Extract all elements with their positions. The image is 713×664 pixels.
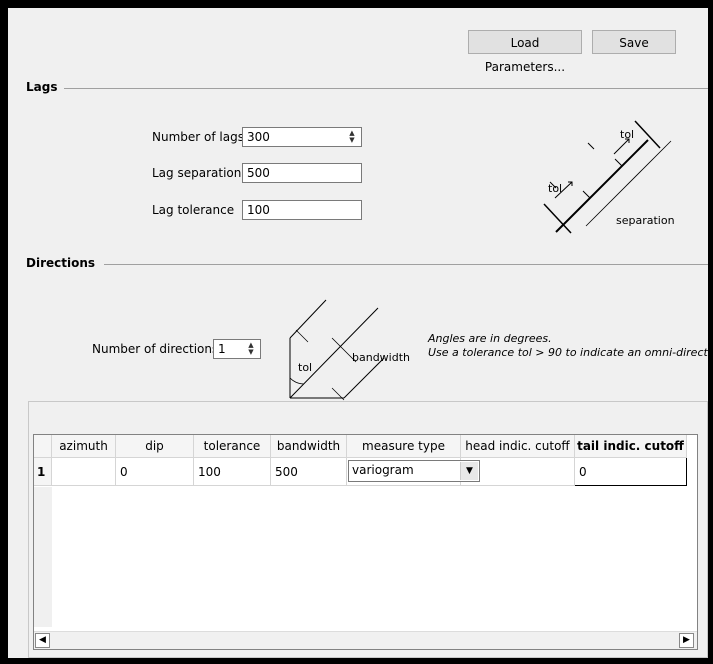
parameters-panel: Load Parameters... Save Lags Number of l… <box>8 8 708 658</box>
lags-section-title: Lags <box>26 80 58 94</box>
row-header[interactable]: 1 <box>34 457 52 486</box>
lag-tolerance-field[interactable]: 100 <box>242 200 362 220</box>
lags-divider <box>64 88 708 89</box>
measure-type-value: variogram <box>352 463 414 477</box>
column-header-measure-type[interactable]: measure type <box>346 435 461 458</box>
column-header-azimuth[interactable]: azimuth <box>51 435 116 458</box>
measure-type-dropdown[interactable]: variogram ▼ <box>348 460 480 482</box>
number-of-directions-value: 1 <box>218 342 226 356</box>
column-header-head-cutoff[interactable]: head indic. cutoff <box>460 435 575 458</box>
directions-table[interactable]: azimuth dip tolerance bandwidth measure … <box>33 434 698 650</box>
direction-tol-label: tol <box>298 361 312 374</box>
table-row[interactable]: 1 0 100 500 variogram ▼ 0 0 <box>34 457 687 486</box>
number-of-lags-value: 300 <box>247 130 270 144</box>
dropdown-arrow-icon[interactable]: ▼ <box>460 462 478 480</box>
number-of-lags-spinbox[interactable]: 300 ▲ ▼ <box>242 127 362 147</box>
empty-table-area <box>52 487 697 627</box>
cell-bandwidth[interactable]: 500 <box>270 457 347 486</box>
column-header-tolerance[interactable]: tolerance <box>193 435 271 458</box>
tolerance-note: Use a tolerance tol > 90 to indicate an … <box>428 346 708 359</box>
separation-label: separation <box>616 214 675 227</box>
lag-separation-label: Lag separation <box>152 166 242 180</box>
number-of-directions-spinbox[interactable]: 1 ▲ ▼ <box>213 339 261 359</box>
save-button[interactable]: Save <box>592 30 676 54</box>
cell-tail-cutoff[interactable]: 0 <box>574 457 687 486</box>
scroll-left-icon[interactable]: ◀ <box>35 633 50 648</box>
lag-tol-top-label: tol <box>620 128 634 141</box>
number-of-lags-label: Number of lags <box>152 130 244 144</box>
cell-tolerance[interactable]: 100 <box>193 457 271 486</box>
table-header-row: azimuth dip tolerance bandwidth measure … <box>34 435 687 458</box>
lag-separation-field[interactable]: 500 <box>242 163 362 183</box>
spin-arrows-icon[interactable]: ▲ ▼ <box>345 130 359 144</box>
row-header-strip <box>34 487 52 627</box>
column-header-bandwidth[interactable]: bandwidth <box>270 435 347 458</box>
cell-measure-type[interactable]: variogram ▼ <box>346 457 480 486</box>
lag-diagram: tol tol separation <box>543 120 675 234</box>
number-of-directions-label: Number of directions <box>92 342 219 356</box>
lag-tolerance-label: Lag tolerance <box>152 203 235 217</box>
spin-arrows-icon[interactable]: ▲ ▼ <box>244 342 258 356</box>
directions-section-title: Directions <box>26 256 96 270</box>
bandwidth-label: bandwidth <box>352 351 410 364</box>
lag-tol-left-label: tol <box>548 182 562 195</box>
column-header-dip[interactable]: dip <box>115 435 194 458</box>
cell-azimuth[interactable] <box>51 457 116 486</box>
directions-divider <box>104 264 708 265</box>
cell-dip[interactable]: 0 <box>115 457 194 486</box>
horizontal-scrollbar[interactable]: ◀ ▶ <box>34 631 697 649</box>
load-parameters-button[interactable]: Load Parameters... <box>468 30 582 74</box>
angles-note: Angles are in degrees. <box>428 332 552 345</box>
scroll-right-icon[interactable]: ▶ <box>679 633 694 648</box>
direction-diagram: tol bandwidth <box>289 299 410 401</box>
column-header-tail-cutoff[interactable]: tail indic. cutoff <box>574 435 687 458</box>
table-corner <box>34 435 52 458</box>
